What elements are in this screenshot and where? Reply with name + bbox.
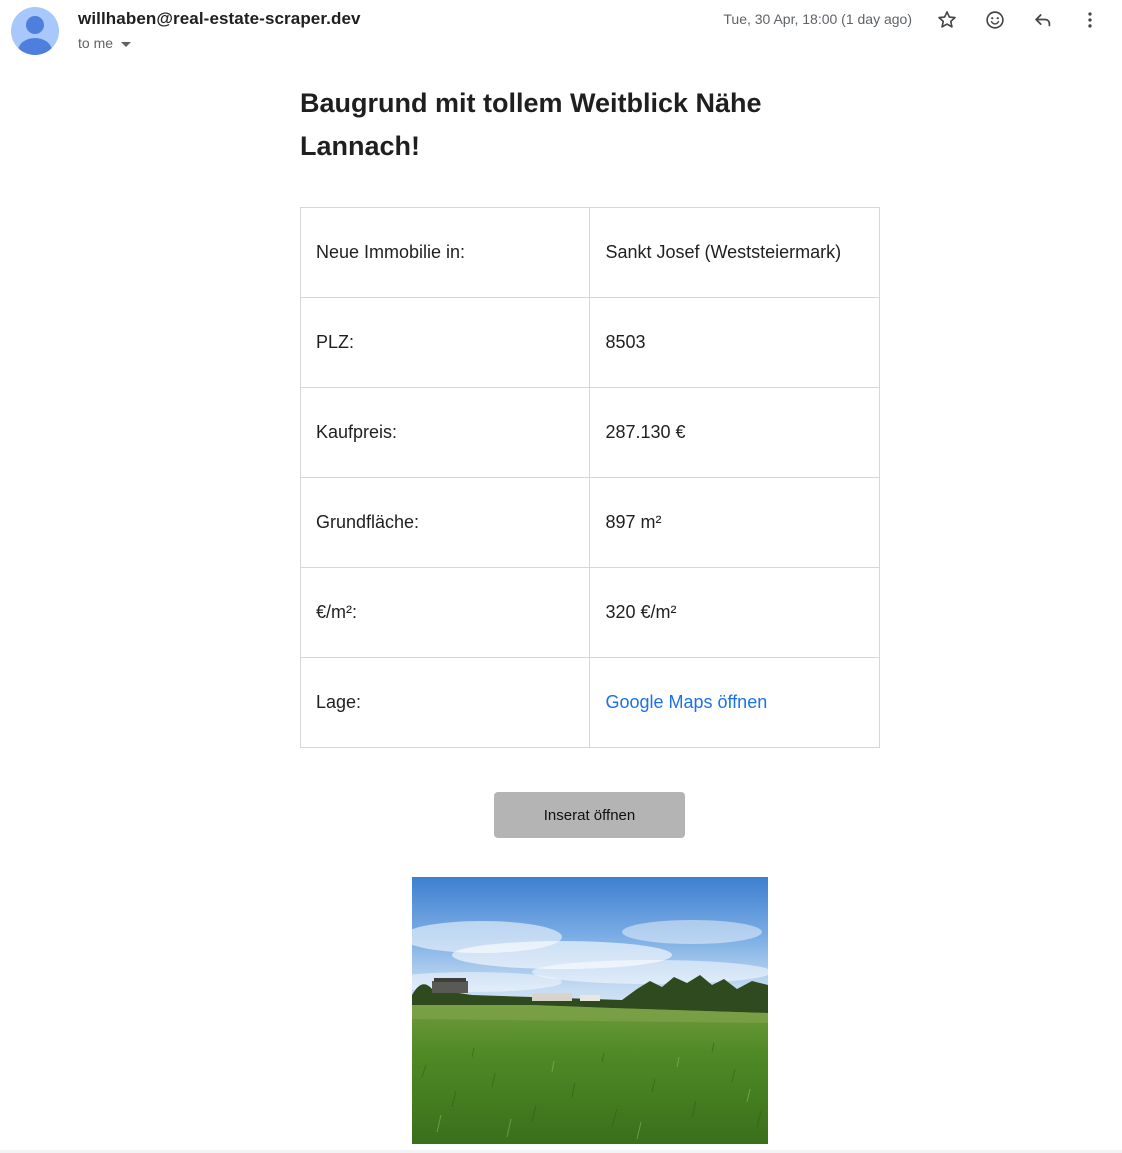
- row-label-price: Kaufpreis:: [299, 387, 591, 478]
- row-value-price-per-sqm: 320 €/m²: [589, 567, 880, 658]
- property-photo[interactable]: [412, 877, 768, 1144]
- table-row: PLZ: 8503: [299, 297, 880, 388]
- sender-address[interactable]: willhaben@real-estate-scraper.dev: [78, 9, 361, 29]
- more-options-button[interactable]: [1075, 5, 1105, 35]
- row-label-area: Grundfläche:: [299, 477, 591, 568]
- row-value-price: 287.130 €: [589, 387, 880, 478]
- table-row: Lage: Google Maps öffnen: [299, 657, 880, 748]
- chevron-down-icon: [121, 41, 132, 47]
- star-icon: [938, 11, 956, 28]
- email-timestamp: Tue, 30 Apr, 18:00 (1 day ago): [723, 11, 912, 27]
- row-value-location: Sankt Josef (Weststeiermark): [589, 207, 880, 298]
- reply-icon: [1035, 14, 1051, 27]
- add-reaction-button[interactable]: [980, 5, 1010, 35]
- row-label-location: Neue Immobilie in:: [299, 207, 591, 298]
- property-details-table: Neue Immobilie in: Sankt Josef (Weststei…: [299, 207, 880, 748]
- landscape-photo-image: [412, 877, 768, 1144]
- row-label-price-per-sqm: €/m²:: [299, 567, 591, 658]
- reply-button[interactable]: [1028, 5, 1058, 35]
- recipient-label: to me: [78, 35, 114, 51]
- row-label-postal-code: PLZ:: [299, 297, 591, 388]
- table-row: Neue Immobilie in: Sankt Josef (Weststei…: [299, 207, 880, 298]
- row-label-map: Lage:: [299, 657, 591, 748]
- google-maps-link[interactable]: Google Maps öffnen: [605, 692, 767, 712]
- email-subject: Baugrund mit tollem Weitblick Nähe Lanna…: [300, 88, 762, 161]
- table-row: Grundfläche: 897 m²: [299, 477, 880, 568]
- row-value-area: 897 m²: [589, 477, 880, 568]
- more-vert-icon: [1088, 12, 1092, 28]
- star-button[interactable]: [932, 5, 962, 35]
- row-value-map: Google Maps öffnen: [589, 657, 880, 748]
- sender-avatar[interactable]: [11, 7, 59, 55]
- table-row: Kaufpreis: 287.130 €: [299, 387, 880, 478]
- table-row: €/m²: 320 €/m²: [299, 567, 880, 658]
- person-icon: [18, 16, 52, 55]
- recipient-details-toggle[interactable]: to me: [78, 35, 132, 51]
- open-listing-button[interactable]: Inserat öffnen: [494, 792, 685, 838]
- row-value-postal-code: 8503: [589, 297, 880, 388]
- emoji-reaction-icon: [986, 11, 1004, 29]
